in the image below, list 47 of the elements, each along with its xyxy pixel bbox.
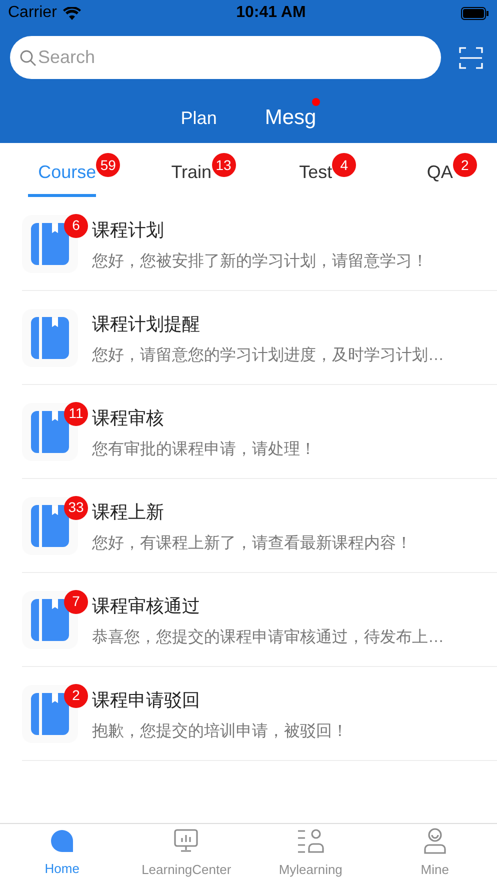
message-preview: 您好，有课程上新了，请查看最新课程内容！ <box>92 534 412 554</box>
book-icon <box>31 504 69 546</box>
book-icon <box>31 222 69 264</box>
count-badge: 11 <box>64 402 88 426</box>
message-preview: 恭喜您，您提交的课程申请审核通过，待发布上… <box>92 628 444 648</box>
message-title: 课程计划 <box>92 219 165 242</box>
category-tab[interactable]: QA <box>416 149 453 197</box>
nav-tab[interactable]: Mine <box>372 824 497 883</box>
wifi-icon <box>62 6 81 20</box>
count-badge: 2 <box>452 153 477 177</box>
carrier-label: Carrier <box>8 3 57 23</box>
category-tab[interactable]: Train <box>161 149 212 197</box>
status-time: 10:41 AM <box>236 3 306 23</box>
count-badge: 2 <box>64 684 88 708</box>
bubble-icon <box>50 828 74 853</box>
category-tab[interactable]: Test <box>289 149 332 197</box>
count-badge: 4 <box>332 153 356 177</box>
message-title: 课程审核 <box>92 407 165 430</box>
count-badge: 13 <box>212 153 236 177</box>
book-icon <box>31 410 69 452</box>
message-title: 课程上新 <box>92 501 165 524</box>
count-badge: 7 <box>64 590 88 614</box>
search-field[interactable]: Search <box>10 36 441 79</box>
message-preview: 您有审批的课程申请，请处理！ <box>92 440 316 460</box>
battery-icon <box>460 6 489 20</box>
monitor-chart-icon <box>173 828 200 854</box>
message-title: 课程审核通过 <box>92 595 201 618</box>
message-preview: 抱歉，您提交的培训申请，被驳回！ <box>92 722 348 742</box>
message-title: 课程计划提醒 <box>92 313 201 336</box>
nav-tab[interactable]: Mylearning <box>248 824 373 883</box>
book-icon <box>31 598 69 640</box>
search-icon <box>20 50 36 66</box>
person-icon <box>422 828 447 854</box>
message-preview: 您好，请留意您的学习计划进度，及时学习计划… <box>92 346 444 366</box>
count-badge: 33 <box>64 496 88 520</box>
book-icon <box>31 692 69 734</box>
book-icon <box>31 316 69 358</box>
count-badge: 6 <box>64 214 88 238</box>
top-tab[interactable]: Plan <box>180 104 217 132</box>
scan-icon[interactable] <box>459 46 483 70</box>
nav-tab[interactable]: Home <box>0 824 124 883</box>
nav-tab[interactable]: LearningCenter <box>124 824 248 883</box>
message-preview: 您好，您被安排了新的学习计划，请留意学习！ <box>92 252 428 272</box>
count-badge: 59 <box>96 153 120 177</box>
message-title: 课程申请驳回 <box>92 689 201 712</box>
person-list-icon <box>296 828 325 854</box>
top-tab[interactable]: Mesg <box>264 102 316 134</box>
